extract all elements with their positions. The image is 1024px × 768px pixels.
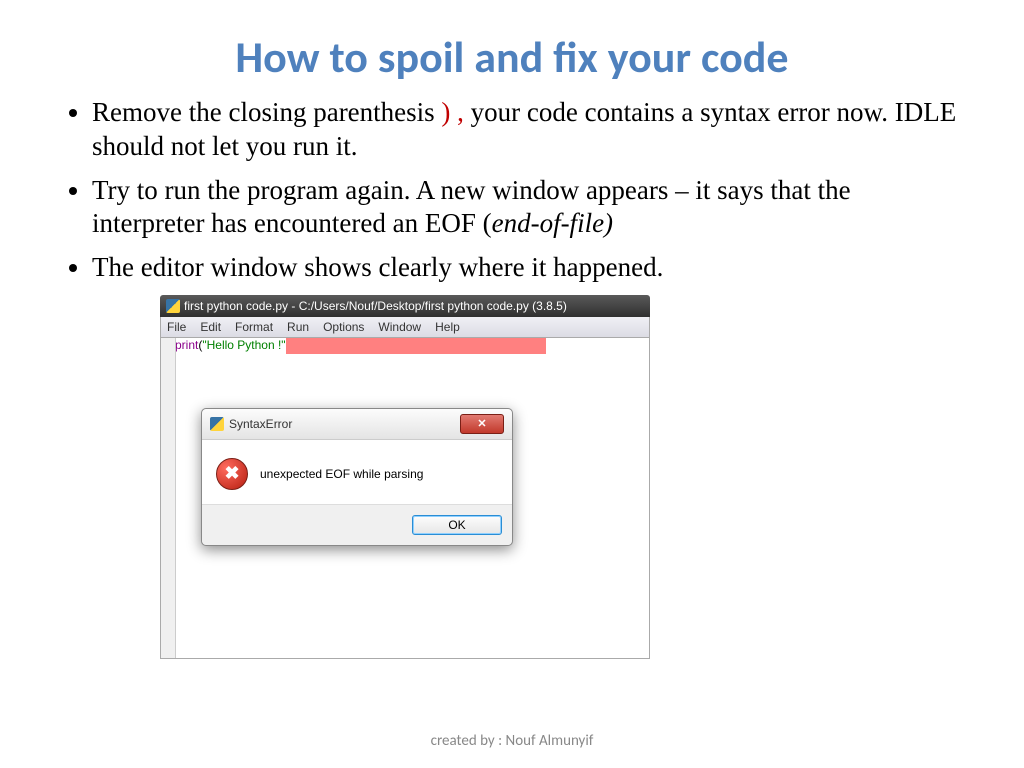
bullet-2: Try to run the program again. A new wind… — [92, 174, 964, 242]
bullet-1: Remove the closing parenthesis ) , your … — [92, 96, 964, 164]
editor-gutter — [161, 338, 176, 658]
syntax-error-dialog: SyntaxError ✕ ✖ unexpected EOF while par… — [201, 408, 513, 546]
ide-menubar: File Edit Format Run Options Window Help — [160, 317, 650, 338]
menu-window[interactable]: Window — [378, 320, 421, 334]
error-highlight — [286, 338, 546, 354]
bullet-2-pre: Try to run the program again. A new wind… — [92, 175, 851, 239]
bullet-1-red: ) , — [441, 97, 464, 127]
bullet-3: The editor window shows clearly where it… — [92, 251, 964, 285]
dialog-title-text: SyntaxError — [229, 417, 292, 431]
dialog-titlebar: SyntaxError ✕ — [202, 409, 512, 440]
ide-titlebar: first python code.py - C:/Users/Nouf/Des… — [160, 295, 650, 317]
ide-window-title: first python code.py - C:/Users/Nouf/Des… — [184, 299, 567, 313]
menu-options[interactable]: Options — [323, 320, 364, 334]
menu-run[interactable]: Run — [287, 320, 309, 334]
code-token-print: print — [175, 338, 198, 352]
bullet-2-italic: end-of-file) — [492, 208, 613, 238]
python-dialog-icon — [210, 417, 224, 431]
menu-file[interactable]: File — [167, 320, 186, 334]
bullet-1-pre: Remove the closing parenthesis — [92, 97, 441, 127]
close-icon: ✕ — [477, 417, 486, 430]
menu-help[interactable]: Help — [435, 320, 460, 334]
dialog-message: unexpected EOF while parsing — [260, 467, 423, 481]
slide-footer: created by : Nouf Almunyif — [0, 732, 1024, 750]
code-token-string: "Hello Python !" — [202, 338, 285, 352]
close-button[interactable]: ✕ — [460, 414, 504, 434]
error-icon: ✖ — [216, 458, 248, 490]
python-file-icon — [166, 299, 180, 313]
ok-button[interactable]: OK — [412, 515, 502, 535]
ide-screenshot: first python code.py - C:/Users/Nouf/Des… — [160, 295, 650, 659]
code-line-1: print("Hello Python !" — [175, 338, 649, 354]
slide-title: How to spoil and fix your code — [60, 30, 964, 84]
bullet-list: Remove the closing parenthesis ) , your … — [60, 96, 964, 285]
ide-editor-body: print("Hello Python !" SyntaxError ✕ ✖ u… — [160, 338, 650, 659]
dialog-footer: OK — [202, 505, 512, 545]
menu-edit[interactable]: Edit — [200, 320, 221, 334]
dialog-body: ✖ unexpected EOF while parsing — [202, 440, 512, 505]
menu-format[interactable]: Format — [235, 320, 273, 334]
